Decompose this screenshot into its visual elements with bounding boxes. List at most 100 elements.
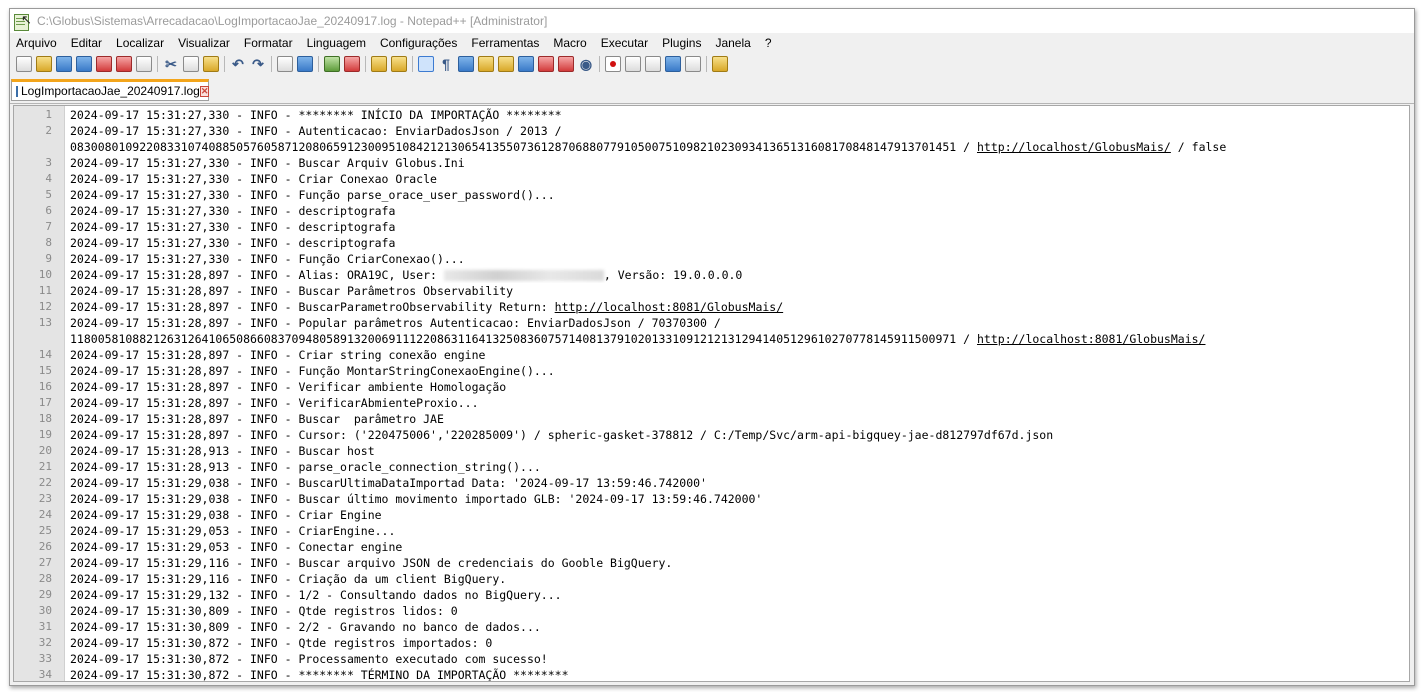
url-link[interactable]: http://localhost/GlobusMais/: [977, 140, 1171, 154]
line-content: 2024-09-17 15:31:27,330 - INFO - Função …: [70, 252, 465, 266]
paste-icon[interactable]: [203, 56, 219, 72]
indent-guide-icon[interactable]: [458, 56, 474, 72]
line-content: 2024-09-17 15:31:29,038 - INFO - Buscar …: [70, 492, 763, 506]
tab-close-icon[interactable]: ✕: [199, 85, 210, 97]
line-text: 2024-09-17 15:31:29,116 - INFO - Criação…: [64, 571, 1409, 587]
line-content: 2024-09-17 15:31:28,897 - INFO - Verific…: [70, 396, 479, 410]
line-text: 2024-09-17 15:31:30,872 - INFO - Process…: [64, 651, 1409, 667]
toolbar-separator: [365, 56, 366, 72]
line-content: 2024-09-17 15:31:28,897 - INFO - BuscarP…: [70, 300, 555, 314]
menu-formatar[interactable]: Formatar: [237, 36, 300, 50]
line-text: 2024-09-17 15:31:27,330 - INFO - Função …: [64, 187, 1409, 203]
save-macro-icon[interactable]: [685, 56, 701, 72]
log-line: 7 2024-09-17 15:31:27,330 - INFO - descri…: [14, 219, 1409, 235]
play-macro-icon[interactable]: [645, 56, 661, 72]
menu-ferramentas[interactable]: Ferramentas: [464, 36, 546, 50]
line-number: 9: [45, 252, 52, 265]
log-line: 26 2024-09-17 15:31:29,053 - INFO - Conec…: [14, 539, 1409, 555]
url-link[interactable]: http://localhost:8081/GlobusMais/: [555, 300, 783, 314]
close-all-icon[interactable]: [116, 56, 132, 72]
doc-switcher-icon[interactable]: [558, 56, 574, 72]
sync-vertical-icon[interactable]: [371, 56, 387, 72]
menu-plugins[interactable]: Plugins: [655, 36, 708, 50]
menu-linguagem[interactable]: Linguagem: [300, 36, 373, 50]
menu-executar[interactable]: Executar: [594, 36, 655, 50]
clipboard-history-icon[interactable]: [712, 56, 728, 72]
menu-help[interactable]: ?: [758, 36, 779, 50]
log-line: 0830080109220833107408850576058712080659…: [14, 139, 1409, 155]
log-line: 21 2024-09-17 15:31:28,913 - INFO - parse…: [14, 459, 1409, 475]
document-map-icon[interactable]: [478, 56, 494, 72]
line-content: 2024-09-17 15:31:30,872 - INFO - *******…: [70, 668, 569, 682]
undo-icon[interactable]: ↶: [230, 56, 246, 72]
print-icon[interactable]: [136, 56, 152, 72]
line-number: 32: [38, 636, 52, 649]
line-text: 2024-09-17 15:31:27,330 - INFO - Criar C…: [64, 171, 1409, 187]
line-content: 0830080109220833107408850576058712080659…: [70, 140, 977, 154]
toolbar-separator: [157, 56, 158, 72]
copy-icon[interactable]: [183, 56, 199, 72]
line-content: 2024-09-17 15:31:30,809 - INFO - 2/2 - G…: [70, 620, 541, 634]
line-text: 2024-09-17 15:31:27,330 - INFO - descrip…: [64, 219, 1409, 235]
log-line: 28 2024-09-17 15:31:29,116 - INFO - Criaç…: [14, 571, 1409, 587]
menu-visualizar[interactable]: Visualizar: [171, 36, 237, 50]
line-content: 2024-09-17 15:31:27,330 - INFO - Criar C…: [70, 172, 437, 186]
log-line: 15 2024-09-17 15:31:28,897 - INFO - Funçã…: [14, 363, 1409, 379]
line-text: 2024-09-17 15:31:27,330 - INFO - Buscar …: [64, 155, 1409, 171]
line-number: 29: [38, 588, 52, 601]
zoom-in-icon[interactable]: [324, 56, 340, 72]
new-file-icon[interactable]: [16, 56, 32, 72]
eye-icon[interactable]: ◉: [578, 56, 594, 72]
line-text: 2024-09-17 15:31:28,897 - INFO - Verific…: [64, 395, 1409, 411]
line-content: 2024-09-17 15:31:29,116 - INFO - Criação…: [70, 572, 507, 586]
close-icon[interactable]: [96, 56, 112, 72]
run-macro-multiple-icon[interactable]: [665, 56, 681, 72]
word-wrap-icon[interactable]: [418, 56, 434, 72]
editor-area[interactable]: 1 2024-09-17 15:31:27,330 - INFO - ******…: [13, 105, 1410, 682]
log-line: 31 2024-09-17 15:31:30,809 - INFO - 2/2 -…: [14, 619, 1409, 635]
show-all-chars-icon[interactable]: ¶: [438, 56, 454, 72]
line-content: 2024-09-17 15:31:28,897 - INFO - Buscar …: [70, 412, 444, 426]
line-number: 30: [38, 604, 52, 617]
menu-macro[interactable]: Macro: [546, 36, 593, 50]
menu-arquivo[interactable]: Arquivo: [10, 36, 64, 50]
save-icon[interactable]: [56, 56, 72, 72]
line-number: 15: [38, 364, 52, 377]
open-file-icon[interactable]: [36, 56, 52, 72]
saved-file-icon: [16, 85, 18, 97]
find-icon[interactable]: [277, 56, 293, 72]
line-content-suffix: / false: [1170, 140, 1227, 154]
tab-logimportacaojae[interactable]: LogImportacaoJae_20240917.log ✕: [11, 79, 210, 101]
stop-record-icon[interactable]: [625, 56, 641, 72]
function-list-icon[interactable]: [498, 56, 514, 72]
line-text: 2024-09-17 15:31:29,053 - INFO - CriarEn…: [64, 523, 1409, 539]
menu-janela[interactable]: Janela: [708, 36, 757, 50]
tab-label: LogImportacaoJae_20240917.log: [21, 84, 200, 98]
notepadpp-icon: ↖: [13, 12, 32, 31]
log-line: 30 2024-09-17 15:31:30,809 - INFO - Qtde …: [14, 603, 1409, 619]
text-lines: 1 2024-09-17 15:31:27,330 - INFO - ******…: [14, 107, 1409, 682]
line-number: 33: [38, 652, 52, 665]
save-all-icon[interactable]: [76, 56, 92, 72]
sync-horizontal-icon[interactable]: [391, 56, 407, 72]
toolbar-separator: [706, 56, 707, 72]
zoom-out-icon[interactable]: [344, 56, 360, 72]
title-bar: ↖ C:\Globus\Sistemas\Arrecadacao\LogImpo…: [10, 9, 1414, 33]
menu-configuracoes[interactable]: Configurações: [373, 36, 464, 50]
line-number: 10: [38, 268, 52, 281]
log-line: 17 2024-09-17 15:31:28,897 - INFO - Verif…: [14, 395, 1409, 411]
menu-editar[interactable]: Editar: [64, 36, 109, 50]
redo-icon[interactable]: ↷: [250, 56, 266, 72]
url-link[interactable]: http://localhost:8081/GlobusMais/: [977, 332, 1205, 346]
line-text: 2024-09-17 15:31:30,872 - INFO - *******…: [64, 667, 1409, 682]
line-number: 23: [38, 492, 52, 505]
record-macro-icon[interactable]: [605, 56, 621, 72]
log-line: 11 2024-09-17 15:31:28,897 - INFO - Busca…: [14, 283, 1409, 299]
monitoring-icon[interactable]: [538, 56, 554, 72]
line-text: 2024-09-17 15:31:28,913 - INFO - parse_o…: [64, 459, 1409, 475]
folder-workspace-icon[interactable]: [518, 56, 534, 72]
line-content: 2024-09-17 15:31:27,330 - INFO - descrip…: [70, 204, 396, 218]
cut-icon[interactable]: ✂: [163, 56, 179, 72]
replace-icon[interactable]: [297, 56, 313, 72]
menu-localizar[interactable]: Localizar: [109, 36, 171, 50]
